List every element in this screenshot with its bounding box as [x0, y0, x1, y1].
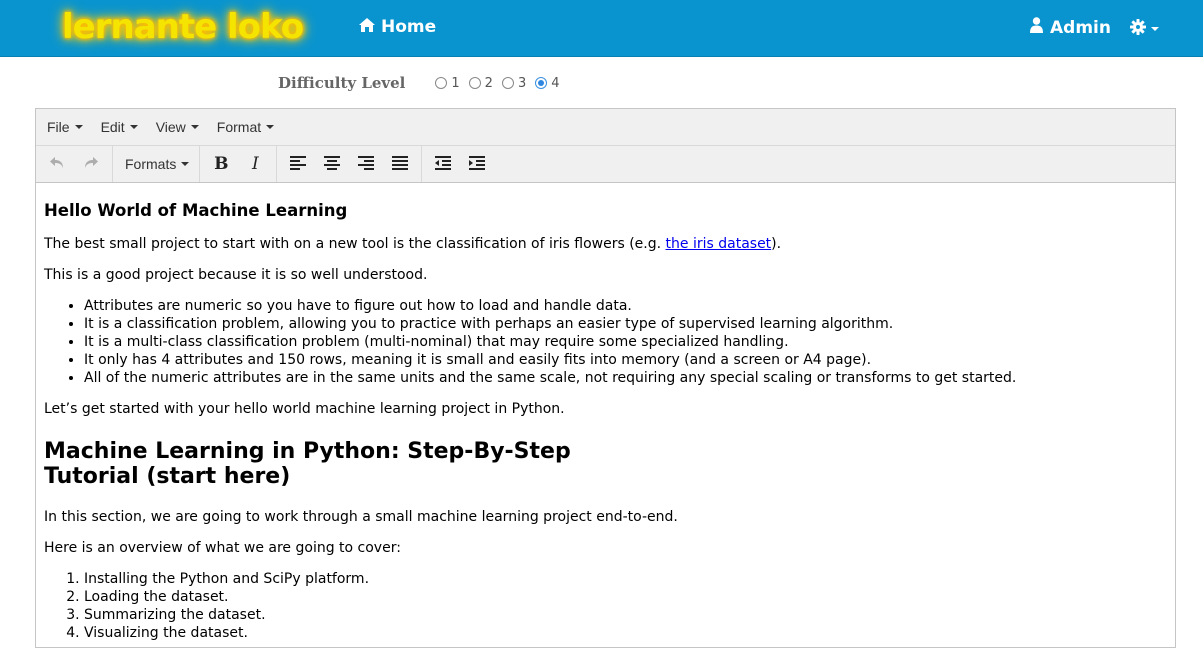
difficulty-option-1[interactable]: 1	[435, 75, 460, 91]
menu-format[interactable]: Format	[208, 119, 283, 135]
italic-button[interactable]: I	[238, 149, 272, 179]
difficulty-label: Difficulty Level	[278, 74, 406, 92]
align-right-icon	[358, 155, 375, 174]
difficulty-option-label: 2	[484, 75, 493, 91]
align-justify-button[interactable]	[383, 149, 417, 179]
nav-admin-label: Admin	[1050, 17, 1111, 38]
align-left-icon	[290, 155, 307, 174]
formats-label: Formats	[125, 156, 177, 172]
radio-4-selected[interactable]	[535, 77, 548, 89]
align-group	[277, 146, 423, 182]
difficulty-option-2[interactable]: 2	[468, 75, 493, 91]
outdent-button[interactable]	[426, 149, 460, 179]
style-group: B I	[200, 146, 278, 182]
difficulty-option-label: 4	[551, 75, 560, 91]
intro-paragraph: The best small project to start with on …	[44, 235, 1167, 253]
gear-icon	[1130, 19, 1146, 39]
paragraph-2: This is a good project because it is so …	[44, 267, 428, 283]
formats-group: Formats	[113, 146, 201, 182]
list-item: All of the numeric attributes are in the…	[84, 369, 1167, 387]
align-justify-icon	[392, 155, 409, 174]
indent-icon	[469, 155, 486, 174]
brand-logo[interactable]: lernante loko	[62, 2, 304, 52]
bold-icon: B	[214, 154, 229, 174]
difficulty-option-4[interactable]: 4	[535, 75, 560, 91]
redo-icon	[83, 155, 99, 174]
paragraph-5: Here is an overview of what we are going…	[44, 540, 401, 556]
radio-2[interactable]	[468, 77, 481, 89]
paragraph-4: In this section, we are going to work th…	[44, 509, 678, 525]
indent-group	[422, 146, 498, 182]
formats-dropdown[interactable]: Formats	[117, 149, 195, 179]
chevron-down-icon	[1151, 27, 1159, 31]
difficulty-option-3[interactable]: 3	[501, 75, 527, 91]
caret-down-icon	[266, 125, 275, 129]
list-item: Summarizing the dataset.	[84, 606, 1167, 624]
history-group	[36, 146, 113, 182]
outdent-icon	[435, 155, 452, 174]
redo-button[interactable]	[74, 149, 108, 179]
paragraph-3: Let’s get started with your hello world …	[44, 401, 565, 417]
italic-icon: I	[251, 154, 259, 174]
align-right-button[interactable]	[349, 149, 383, 179]
radio-3[interactable]	[501, 77, 514, 89]
iris-dataset-link[interactable]: the iris dataset	[666, 236, 772, 252]
caret-down-icon	[181, 162, 190, 166]
caret-down-icon	[190, 125, 199, 129]
caret-down-icon	[129, 125, 138, 129]
menu-label: View	[155, 119, 186, 135]
steps-list: Installing the Python and SciPy platform…	[44, 570, 1167, 642]
undo-button[interactable]	[40, 149, 74, 179]
nav-home-label: Home	[381, 17, 437, 37]
indent-button[interactable]	[460, 149, 494, 179]
settings-dropdown[interactable]	[1130, 19, 1159, 39]
menu-label: File	[47, 119, 70, 135]
list-item: Visualizing the dataset.	[84, 624, 1167, 642]
list-item: It is a multi-class classification probl…	[84, 333, 1167, 351]
intro-text-end: ).	[771, 236, 782, 252]
intro-text: The best small project to start with on …	[44, 236, 666, 252]
list-item: Attributes are numeric so you have to fi…	[84, 297, 1167, 315]
top-navbar: lernante loko Home Admin	[0, 0, 1203, 57]
difficulty-option-label: 1	[451, 75, 460, 91]
menu-label: Format	[216, 119, 262, 135]
attributes-list: Attributes are numeric so you have to fi…	[44, 297, 1167, 387]
list-item: Installing the Python and SciPy platform…	[84, 570, 1167, 588]
radio-1[interactable]	[435, 77, 448, 89]
nav-admin-menu[interactable]: Admin	[1030, 17, 1111, 38]
list-item: It only has 4 attributes and 150 rows, m…	[84, 351, 1167, 369]
align-center-button[interactable]	[315, 149, 349, 179]
list-item: Loading the dataset.	[84, 588, 1167, 606]
menu-view[interactable]: View	[147, 119, 208, 135]
difficulty-option-label: 3	[517, 75, 527, 91]
bold-button[interactable]: B	[204, 149, 238, 179]
content-heading-2: Machine Learning in Python: Step-By-Step…	[44, 439, 571, 489]
undo-icon	[49, 155, 65, 174]
rich-text-editor: File Edit View Format Formats B I Hello …	[35, 108, 1176, 648]
caret-down-icon	[74, 125, 83, 129]
menu-label: Edit	[100, 119, 125, 135]
editor-menubar: File Edit View Format	[36, 109, 1175, 146]
list-item: It is a classification problem, allowing…	[84, 315, 1167, 333]
difficulty-selector: Difficulty Level 1 2 3 4	[278, 72, 569, 94]
menu-file[interactable]: File	[38, 119, 92, 135]
nav-home-link[interactable]: Home	[359, 17, 436, 37]
user-icon	[1030, 17, 1043, 38]
align-center-icon	[324, 155, 341, 174]
editor-content[interactable]: Hello World of Machine Learning The best…	[36, 183, 1175, 642]
menu-edit[interactable]: Edit	[92, 119, 147, 135]
align-left-button[interactable]	[281, 149, 315, 179]
content-heading-1: Hello World of Machine Learning	[44, 201, 348, 220]
editor-toolbar: Formats B I	[36, 146, 1175, 183]
home-icon	[359, 17, 375, 37]
